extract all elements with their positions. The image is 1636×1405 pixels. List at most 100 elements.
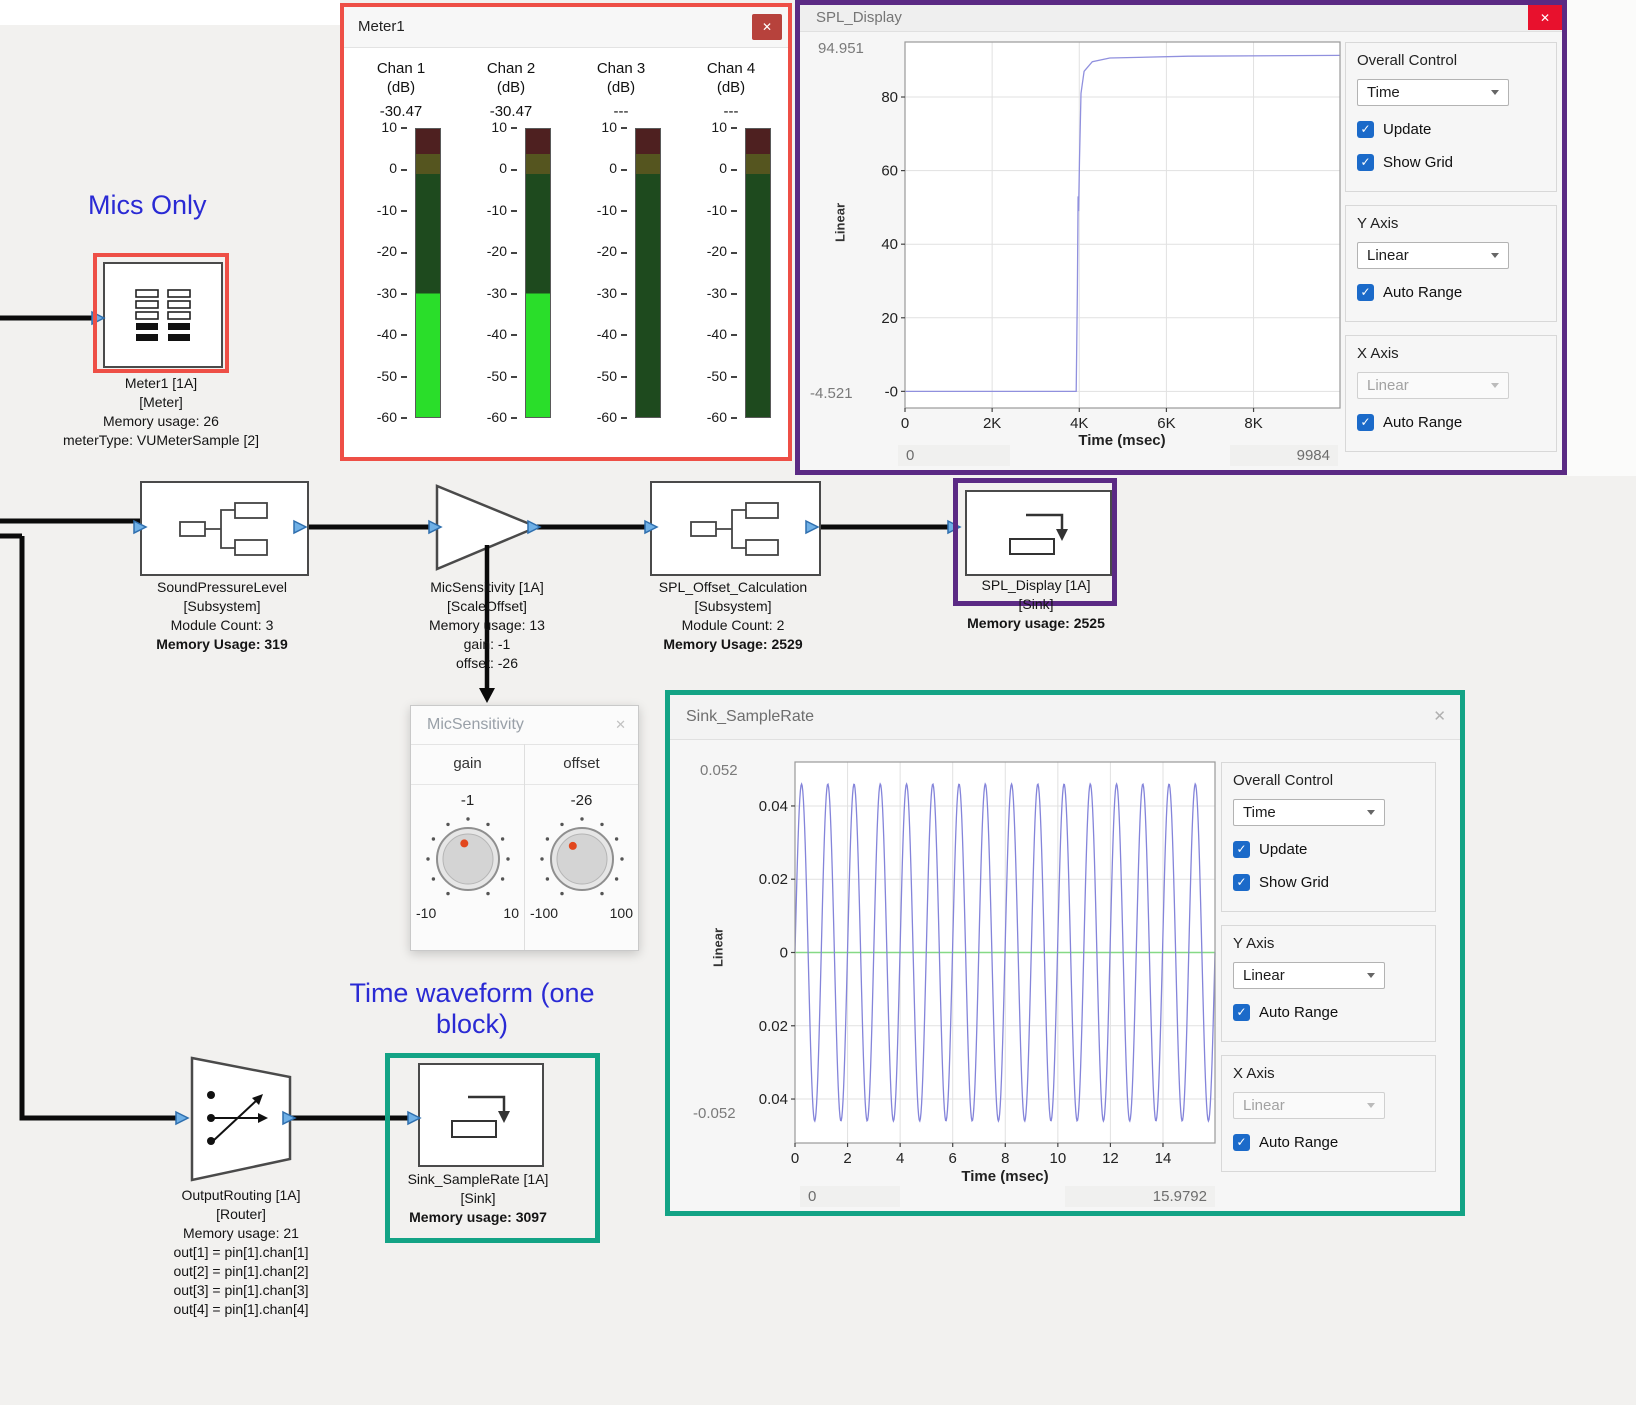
- vu-meter-bar: [635, 128, 661, 418]
- y-auto-range-checkbox[interactable]: ✓ Auto Range: [1233, 1004, 1424, 1021]
- knob-range: -1010: [411, 905, 524, 921]
- channel-value: -30.47: [456, 103, 566, 120]
- micsensitivity-window: MicSensitivity ✕ gain -1 -1010 offset -2…: [410, 705, 639, 951]
- checkbox-checked-icon: ✓: [1233, 874, 1250, 891]
- chevron-down-icon: [1367, 1103, 1375, 1108]
- checkbox-checked-icon: ✓: [1233, 841, 1250, 858]
- input-arrow-icon: [948, 521, 960, 533]
- checkbox-checked-icon: ✓: [1233, 1134, 1250, 1151]
- overall-control-group: Overall Control Time ✓ Update ✓ Show Gri…: [1345, 42, 1557, 192]
- offset-knob[interactable]: [525, 817, 638, 905]
- chevron-down-icon: [1491, 383, 1499, 388]
- meter1-window: Meter1 ✕ Chan 1(dB)-30.47100-10-20-30-40…: [340, 3, 792, 461]
- chevron-down-icon: [1491, 253, 1499, 258]
- svg-text:4K: 4K: [1070, 415, 1088, 432]
- meter1-caption: Meter1 [1A] [Meter] Memory usage: 26 met…: [56, 374, 266, 450]
- svg-text:40: 40: [881, 236, 898, 253]
- svg-text:0: 0: [901, 415, 909, 432]
- channel-label: Chan 1: [346, 59, 456, 78]
- domain-select[interactable]: Time: [1357, 79, 1509, 106]
- meter-scale-tick: 10: [579, 119, 627, 135]
- meter-scale-tick: -10: [689, 202, 737, 218]
- y-auto-range-checkbox[interactable]: ✓ Auto Range: [1357, 284, 1545, 301]
- input-arrow-icon: [408, 1112, 420, 1124]
- x-auto-range-checkbox[interactable]: ✓ Auto Range: [1357, 414, 1545, 431]
- close-icon[interactable]: ✕: [1528, 5, 1562, 30]
- meter-scale-tick: -60: [579, 409, 627, 425]
- svg-text:0.02: 0.02: [759, 1018, 788, 1035]
- show-grid-checkbox[interactable]: ✓ Show Grid: [1357, 154, 1545, 171]
- svg-text:20: 20: [881, 310, 898, 327]
- y-min-readout: -0.052: [693, 1105, 736, 1122]
- meter-scale-tick: -20: [469, 243, 517, 259]
- y-max-readout: 94.951: [818, 40, 864, 57]
- x-axis-group: X Axis Linear ✓ Auto Range: [1345, 335, 1557, 452]
- channel-unit: (dB): [566, 78, 676, 97]
- channel-unit: (dB): [456, 78, 566, 97]
- x-end-readout: 9984: [1230, 445, 1338, 466]
- svg-text:60: 60: [881, 163, 898, 180]
- svg-text:4: 4: [896, 1150, 904, 1167]
- x-scale-select[interactable]: Linear: [1233, 1092, 1385, 1119]
- spl-display-caption: SPL_Display [1A] [Sink] Memory usage: 25…: [950, 576, 1122, 633]
- sink-window-titlebar[interactable]: Sink_SampleRate ✕: [670, 695, 1460, 740]
- vu-meter-bar: [525, 128, 551, 418]
- svg-text:6K: 6K: [1157, 415, 1175, 432]
- meter-scale-tick: -50: [689, 368, 737, 384]
- y-axis-label: Linear: [833, 193, 848, 253]
- meter-scale-tick: 10: [469, 119, 517, 135]
- meter-scale-tick: -30: [359, 285, 407, 301]
- domain-select[interactable]: Time: [1233, 799, 1385, 826]
- x-axis-group: X Axis Linear ✓ Auto Range: [1221, 1055, 1436, 1172]
- y-scale-select[interactable]: Linear: [1357, 242, 1509, 269]
- x-axis-label: Time (msec): [915, 1168, 1095, 1185]
- meter-scale-tick: -20: [359, 243, 407, 259]
- svg-text:8: 8: [1001, 1150, 1009, 1167]
- vu-meter: 100-10-20-30-40-50-60: [359, 128, 443, 418]
- channel-unit: (dB): [676, 78, 786, 97]
- meter1-window-titlebar[interactable]: Meter1 ✕: [344, 7, 788, 48]
- y-scale-select[interactable]: Linear: [1233, 962, 1385, 989]
- micsensitivity-window-titlebar[interactable]: MicSensitivity ✕: [411, 706, 638, 745]
- close-icon[interactable]: ✕: [615, 706, 626, 744]
- x-scale-select[interactable]: Linear: [1357, 372, 1509, 399]
- window-title: SPL_Display: [816, 5, 902, 31]
- update-checkbox[interactable]: ✓ Update: [1233, 841, 1424, 858]
- knob-icon: [532, 817, 632, 905]
- show-grid-checkbox[interactable]: ✓ Show Grid: [1233, 874, 1424, 891]
- update-checkbox[interactable]: ✓ Update: [1357, 121, 1545, 138]
- svg-text:0.04: 0.04: [759, 1091, 788, 1108]
- svg-text:0.02: 0.02: [759, 871, 788, 888]
- spl-offset-caption: SPL_Offset_Calculation [Subsystem] Modul…: [638, 578, 828, 654]
- input-arrow-icon: [134, 521, 146, 533]
- meter-scale-tick: -10: [359, 202, 407, 218]
- vu-meter: 100-10-20-30-40-50-60: [469, 128, 553, 418]
- close-icon[interactable]: ✕: [1433, 695, 1446, 739]
- input-arrow-icon: [176, 1112, 188, 1124]
- channel-value: -30.47: [346, 103, 456, 120]
- x-auto-range-checkbox[interactable]: ✓ Auto Range: [1233, 1134, 1424, 1151]
- meter-scale-tick: -10: [579, 202, 627, 218]
- input-arrow-icon: [429, 521, 441, 533]
- spl-window-titlebar[interactable]: SPL_Display ✕: [800, 5, 1562, 32]
- svg-text:0.04: 0.04: [759, 798, 788, 815]
- window-title: MicSensitivity: [427, 706, 524, 744]
- checkbox-checked-icon: ✓: [1357, 414, 1374, 431]
- offset-knob-group: offset -26 -100100: [525, 744, 638, 950]
- svg-text:0: 0: [780, 945, 788, 962]
- gain-knob[interactable]: [411, 817, 524, 905]
- svg-text:-0: -0: [885, 383, 898, 400]
- y-axis-group: Y Axis Linear ✓ Auto Range: [1345, 205, 1557, 322]
- vu-meter-bar: [415, 128, 441, 418]
- meter-channel: Chan 3(dB)---100-10-20-30-40-50-60: [566, 47, 676, 457]
- overall-control-group: Overall Control Time ✓ Update ✓ Show Gri…: [1221, 762, 1436, 912]
- x-start-readout: 0: [898, 445, 1010, 466]
- meter-scale-tick: 10: [689, 119, 737, 135]
- knob-value: -26: [525, 785, 638, 817]
- close-icon[interactable]: ✕: [752, 14, 782, 40]
- vu-meter-bar: [745, 128, 771, 418]
- meter-scale-tick: -30: [469, 285, 517, 301]
- output-arrow-icon: [283, 1112, 295, 1124]
- channel-value: ---: [676, 103, 786, 120]
- knob-label: gain: [411, 744, 524, 785]
